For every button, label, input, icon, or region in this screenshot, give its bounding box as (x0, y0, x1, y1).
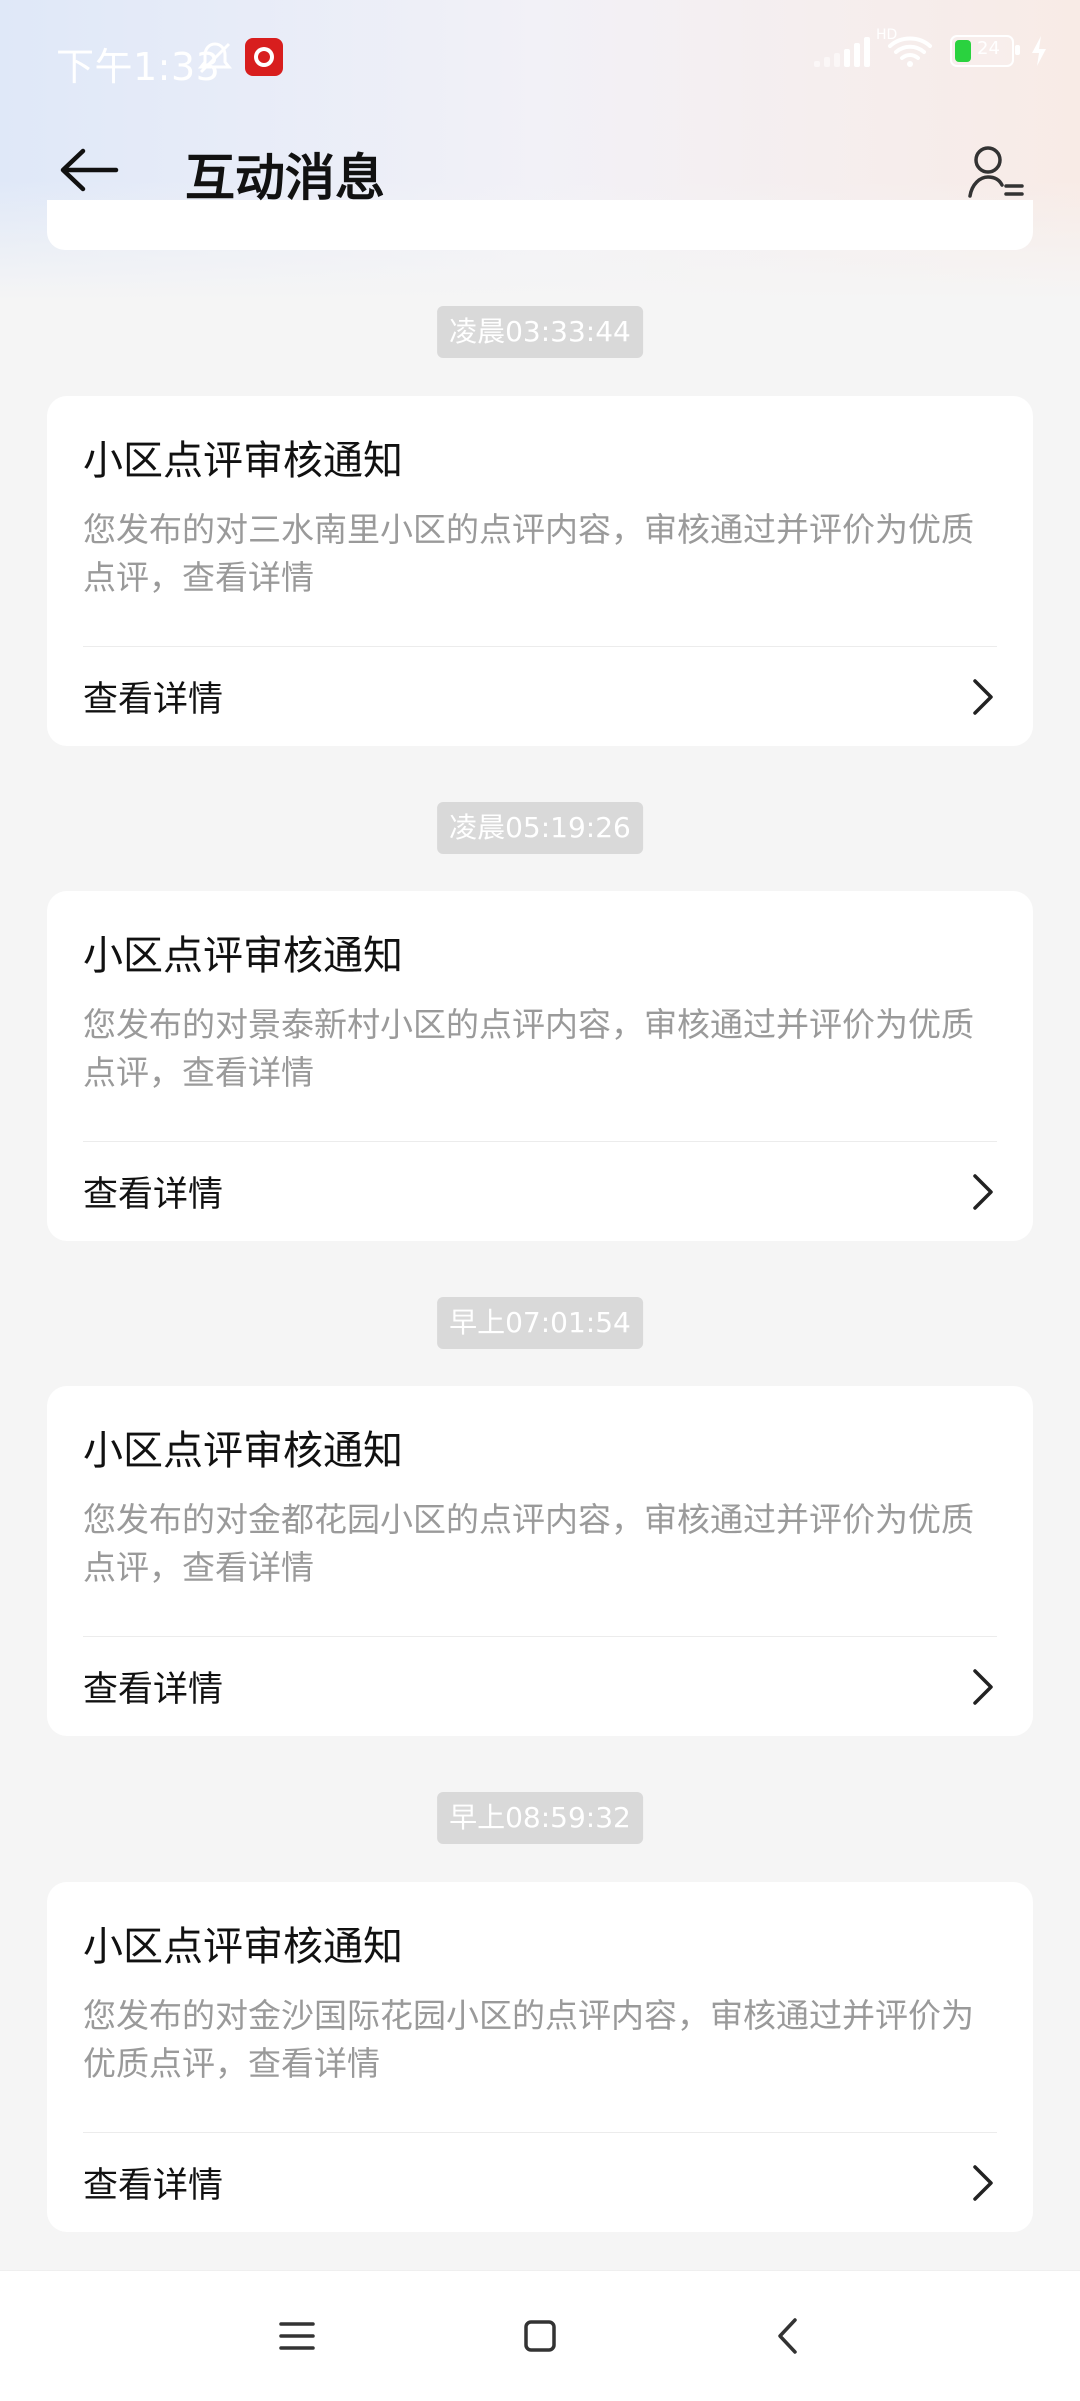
message-body: 您发布的对三水南里小区的点评内容，审核通过并评价为优质点评，查看详情 (83, 510, 974, 597)
view-details-label: 查看详情 (83, 680, 224, 720)
message-card[interactable]: 小区点评审核通知 您发布的对金都花园小区的点评内容，审核通过并评价为优质点评，查… (47, 1386, 1033, 1736)
menu-icon (279, 2322, 315, 2350)
network-label: HD (876, 27, 898, 43)
page-title: 互动消息 (185, 149, 385, 207)
view-details-button[interactable]: 查看详情 (83, 1142, 1033, 1241)
message-card[interactable]: 小区点评审核通知 您发布的对景泰新村小区的点评内容，审核通过并评价为优质点评，查… (47, 891, 1033, 1241)
mute-bell-icon (197, 42, 233, 74)
back-triangle-icon (778, 2318, 797, 2354)
status-icons: HD 24 (814, 27, 1048, 68)
back-button[interactable] (56, 140, 122, 200)
message-list: 凌晨03:33:44 小区点评审核通知 您发布的对三水南里小区的点评内容，审核通… (0, 0, 1080, 2400)
message-timestamp: 早上08:59:32 (437, 1792, 643, 1844)
message-card[interactable]: 小区点评审核通知 您发布的对金沙国际花园小区的点评内容，审核通过并评价为优质点评… (47, 1882, 1033, 2232)
nav-menu-button[interactable] (262, 2301, 332, 2371)
chevron-right-icon (973, 1174, 993, 1210)
home-square-icon (524, 2320, 556, 2352)
signal-icon: HD (814, 27, 897, 67)
message-timestamp: 凌晨05:19:26 (437, 802, 643, 854)
message-body: 您发布的对金都花园小区的点评内容，审核通过并评价为优质点评，查看详情 (83, 1500, 974, 1587)
app-notification-icon (245, 38, 283, 76)
user-list-icon (968, 146, 1024, 198)
nav-home-button[interactable] (505, 2301, 575, 2371)
chevron-right-icon (973, 2165, 993, 2201)
battery-fill (955, 40, 971, 62)
battery-icon: 24 (950, 35, 1020, 67)
status-bar: 下午1:33 HD 24 (0, 0, 1080, 120)
view-details-button[interactable]: 查看详情 (83, 1637, 1033, 1736)
message-body: 您发布的对金沙国际花园小区的点评内容，审核通过并评价为优质点评，查看详情 (83, 1996, 974, 2083)
message-title: 小区点评审核通知 (83, 933, 403, 979)
chevron-right-icon (973, 1669, 993, 1705)
message-title: 小区点评审核通知 (83, 1924, 403, 1970)
system-navigation-bar (0, 2270, 1080, 2401)
view-details-label: 查看详情 (83, 1670, 224, 1710)
message-timestamp: 凌晨03:33:44 (437, 306, 643, 358)
arrow-left-icon (60, 148, 119, 192)
message-timestamp: 早上07:01:54 (437, 1297, 643, 1349)
view-details-label: 查看详情 (83, 1175, 224, 1215)
charging-bolt-icon (1032, 36, 1046, 66)
profile-button[interactable] (962, 138, 1028, 204)
message-title: 小区点评审核通知 (83, 438, 403, 484)
nav-back-button[interactable] (752, 2301, 822, 2371)
battery-percent: 24 (977, 38, 1000, 59)
view-details-button[interactable]: 查看详情 (83, 2133, 1033, 2232)
title-bar: 互动消息 (0, 120, 1080, 220)
message-title: 小区点评审核通知 (83, 1428, 403, 1474)
chevron-right-icon (973, 679, 993, 715)
message-card[interactable]: 小区点评审核通知 您发布的对三水南里小区的点评内容，审核通过并评价为优质点评，查… (47, 396, 1033, 746)
message-body: 您发布的对景泰新村小区的点评内容，审核通过并评价为优质点评，查看详情 (83, 1005, 974, 1092)
view-details-button[interactable]: 查看详情 (83, 647, 1033, 746)
view-details-label: 查看详情 (83, 2166, 224, 2206)
